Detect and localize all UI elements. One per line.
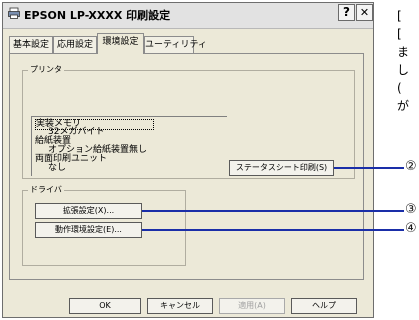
callout-line-3: [142, 210, 404, 212]
status-sheet-print-button[interactable]: ステータスシート印刷(S): [229, 160, 334, 176]
window-title: EPSON LP-XXXX 印刷設定: [24, 9, 171, 22]
environment-settings-button[interactable]: 動作環境設定(E)...: [35, 222, 142, 238]
help-button[interactable]: ヘルプ: [291, 298, 357, 314]
printer-group-label: プリンタ: [28, 64, 64, 75]
tab-basic-settings[interactable]: 基本設定: [9, 36, 53, 53]
side-text-line-3: ま: [397, 45, 410, 59]
side-text-line-6: が: [397, 99, 410, 113]
tab-utility[interactable]: ユーティリティ: [144, 36, 207, 53]
driver-group-label: ドライバ: [28, 184, 64, 195]
list-item-duplex-value[interactable]: なし: [48, 164, 66, 173]
tab-environment-settings[interactable]: 環境設定: [97, 33, 144, 54]
list-item-duplex-unit[interactable]: 両面印刷ユニット: [35, 155, 107, 164]
side-text-line-1: [: [397, 9, 402, 23]
extended-settings-button[interactable]: 拡張設定(X)...: [35, 203, 142, 219]
ok-button[interactable]: OK: [69, 298, 141, 314]
apply-button[interactable]: 適用(A): [219, 298, 285, 314]
callout-line-4: [142, 229, 404, 231]
side-text-line-2: [: [397, 27, 402, 41]
side-text-line-4: し: [397, 63, 410, 77]
printer-options-list[interactable]: 実装メモリ 32メガバイト 給紙装置 オプション給紙装置無し 両面印刷ユニット …: [31, 116, 227, 176]
cancel-button[interactable]: キャンセル: [147, 298, 213, 314]
tab-advanced-settings[interactable]: 応用設定: [53, 36, 97, 53]
close-button[interactable]: ✕: [356, 4, 373, 21]
callout-number-3: ③: [405, 202, 417, 217]
callout-line-2: [334, 167, 404, 169]
printer-icon: [8, 7, 20, 19]
callout-number-2: ②: [405, 159, 417, 174]
callout-number-4: ④: [405, 221, 417, 236]
help-question-button[interactable]: ?: [338, 4, 355, 21]
side-text-line-5: (: [397, 81, 402, 95]
